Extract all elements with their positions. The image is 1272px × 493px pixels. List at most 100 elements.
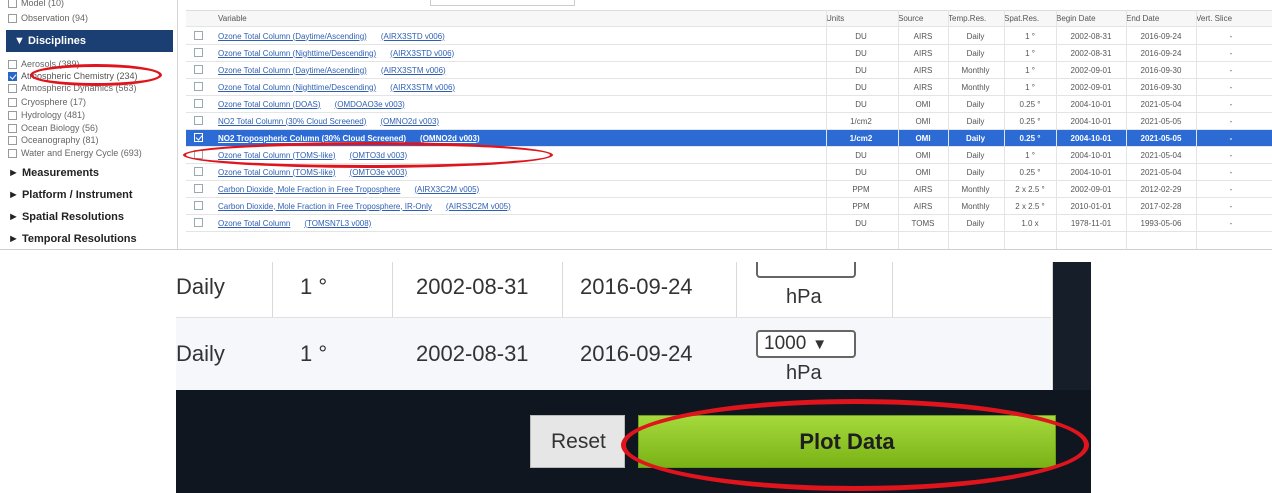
plot-data-button[interactable]: Plot Data bbox=[638, 415, 1056, 468]
product-link[interactable]: (AIRX3STM v006) bbox=[381, 66, 446, 75]
section-platform-instrument[interactable]: ► Platform / Instrument bbox=[8, 189, 133, 201]
facet-checkbox[interactable] bbox=[8, 97, 17, 107]
section-measurements[interactable]: ► Measurements bbox=[8, 167, 99, 179]
table-row[interactable]: Ozone Total Column (Nighttime/Descending… bbox=[186, 45, 1272, 62]
facet-checkbox[interactable] bbox=[8, 123, 17, 133]
facet-checkbox[interactable] bbox=[8, 13, 17, 23]
section-spatial-resolutions[interactable]: ► Spatial Resolutions bbox=[8, 211, 124, 223]
col-end-date[interactable]: End Date bbox=[1126, 14, 1196, 23]
table-row[interactable]: Ozone Total Column (Daytime/Ascending) (A… bbox=[186, 28, 1272, 45]
col-units[interactable]: Units bbox=[826, 14, 896, 23]
end-date-cell: 2012-02-29 bbox=[1140, 184, 1182, 194]
facet-item-hydrology[interactable]: Hydrology (481) bbox=[8, 109, 85, 121]
table-row[interactable]: Carbon Dioxide, Mole Fraction in Free Tr… bbox=[186, 198, 1272, 215]
variable-link[interactable]: Ozone Total Column (TOMS-like) bbox=[218, 168, 336, 177]
section-temporal-resolutions[interactable]: ► Temporal Resolutions bbox=[8, 233, 137, 245]
facet-checkbox[interactable] bbox=[8, 59, 17, 69]
row-checkbox[interactable] bbox=[194, 200, 206, 212]
product-link[interactable]: (OMTO3d v003) bbox=[350, 151, 408, 160]
product-link[interactable]: (AIRX3C2M v005) bbox=[414, 185, 479, 194]
checkbox[interactable] bbox=[194, 200, 203, 210]
col-begin-date[interactable]: Begin Date bbox=[1056, 14, 1126, 23]
product-link[interactable]: (OMDOAO3e v003) bbox=[335, 100, 405, 109]
checkbox[interactable] bbox=[194, 98, 203, 108]
row-checkbox[interactable] bbox=[194, 81, 206, 93]
facet-checkbox[interactable] bbox=[8, 135, 17, 145]
facet-item-ocean-biology[interactable]: Ocean Biology (56) bbox=[8, 122, 98, 134]
facet-checkbox[interactable] bbox=[8, 148, 17, 158]
product-link[interactable]: (TOMSN7L3 v008) bbox=[304, 219, 371, 228]
checkbox[interactable] bbox=[194, 30, 203, 40]
variable-link[interactable]: Ozone Total Column (TOMS-like) bbox=[218, 151, 336, 160]
variable-link[interactable]: Carbon Dioxide, Mole Fraction in Free Tr… bbox=[218, 185, 400, 194]
product-link[interactable]: (AIRS3C2M v005) bbox=[446, 202, 511, 211]
row-checkbox[interactable] bbox=[194, 64, 206, 76]
facet-checkbox[interactable] bbox=[8, 110, 17, 120]
col-temp-res[interactable]: Temp.Res. bbox=[948, 14, 1003, 23]
variable-link[interactable]: Carbon Dioxide, Mole Fraction in Free Tr… bbox=[218, 202, 432, 211]
row-checkbox[interactable] bbox=[194, 30, 206, 42]
facet-item-water-energy[interactable]: Water and Energy Cycle (693) bbox=[8, 147, 142, 159]
checkbox[interactable] bbox=[194, 217, 203, 227]
checkbox[interactable] bbox=[194, 183, 203, 193]
facet-item-atmospheric-dynamics[interactable]: Atmospheric Dynamics (563) bbox=[8, 82, 137, 94]
facet-item-aerosols[interactable]: Aerosols (389) bbox=[8, 58, 80, 70]
row-checkbox[interactable] bbox=[194, 132, 206, 144]
facet-item-observation[interactable]: Observation (94) bbox=[8, 12, 88, 24]
col-source[interactable]: Source bbox=[898, 14, 948, 23]
col-spat-res[interactable]: Spat.Res. bbox=[1004, 14, 1056, 23]
row-checkbox[interactable] bbox=[194, 149, 206, 161]
product-link[interactable]: (AIRX3STM v006) bbox=[390, 83, 455, 92]
facet-item-model[interactable]: Model (10) bbox=[8, 0, 64, 9]
table-row[interactable]: NO2 Total Column (30% Cloud Screened) (OM… bbox=[186, 113, 1272, 130]
col-variable[interactable]: Variable bbox=[218, 14, 826, 23]
row-checkbox[interactable] bbox=[194, 115, 206, 127]
disciplines-header[interactable]: ▼ Disciplines bbox=[6, 30, 173, 52]
col-vert-slice[interactable]: Vert. Slice bbox=[1196, 14, 1266, 23]
table-row[interactable]: Ozone Total Column (Nighttime/Descending… bbox=[186, 79, 1272, 96]
checkbox[interactable] bbox=[194, 166, 203, 176]
table-row-selected[interactable]: NO2 Tropospheric Column (30% Cloud Scree… bbox=[186, 130, 1272, 147]
product-link[interactable]: (AIRX3STD v006) bbox=[390, 49, 454, 58]
table-row[interactable]: Ozone Total Column (DOAS) (OMDOAO3e v003)… bbox=[186, 96, 1272, 113]
variable-link[interactable]: NO2 Total Column (30% Cloud Screened) bbox=[218, 117, 366, 126]
row-checkbox[interactable] bbox=[194, 217, 206, 229]
variable-link[interactable]: Ozone Total Column (Daytime/Ascending) bbox=[218, 66, 367, 75]
variable-link[interactable]: Ozone Total Column (Daytime/Ascending) bbox=[218, 32, 367, 41]
vertical-slice-select[interactable] bbox=[756, 262, 856, 278]
checkbox[interactable] bbox=[194, 115, 203, 125]
checkbox[interactable] bbox=[194, 132, 203, 142]
table-row[interactable]: Ozone Total Column (TOMSN7L3 v008) DU TOMS D… bbox=[186, 215, 1272, 232]
product-link[interactable]: (OMTO3e v003) bbox=[350, 168, 408, 177]
table-row[interactable]: Ozone Total Column (TOMS-like) (OMTO3e v0… bbox=[186, 164, 1272, 181]
vertical-slice-select[interactable]: 1000 ▼ bbox=[756, 330, 856, 358]
checkbox[interactable] bbox=[194, 149, 203, 159]
product-link[interactable]: (OMNO2d v003) bbox=[420, 134, 480, 143]
facet-checkbox-checked[interactable] bbox=[8, 71, 17, 81]
source-cell: OMI bbox=[915, 99, 931, 109]
row-checkbox[interactable] bbox=[194, 47, 206, 59]
variable-link[interactable]: Ozone Total Column (Nighttime/Descending… bbox=[218, 49, 376, 58]
facet-checkbox[interactable] bbox=[8, 83, 17, 93]
checkbox[interactable] bbox=[194, 64, 203, 74]
variable-link[interactable]: NO2 Tropospheric Column (30% Cloud Scree… bbox=[218, 134, 406, 143]
facet-item-oceanography[interactable]: Oceanography (81) bbox=[8, 134, 99, 146]
checkbox[interactable] bbox=[194, 47, 203, 57]
zoomed-plot-panel: Daily 1 ° 2002-08-31 2016-09-24 hPa Dail… bbox=[176, 262, 1091, 493]
product-link[interactable]: (OMNO2d v003) bbox=[380, 117, 439, 126]
product-link[interactable]: (AIRX3STD v006) bbox=[381, 32, 445, 41]
facet-item-cryosphere[interactable]: Cryosphere (17) bbox=[8, 96, 86, 108]
variable-link[interactable]: Ozone Total Column (Nighttime/Descending… bbox=[218, 83, 376, 92]
row-checkbox[interactable] bbox=[194, 166, 206, 178]
variable-link[interactable]: Ozone Total Column (DOAS) bbox=[218, 100, 321, 109]
table-row[interactable]: Ozone Total Column (Daytime/Ascending) (A… bbox=[186, 62, 1272, 79]
checkbox[interactable] bbox=[194, 81, 203, 91]
variable-link[interactable]: Ozone Total Column bbox=[218, 219, 290, 228]
table-row[interactable]: Ozone Total Column (TOMS-like) (OMTO3d v0… bbox=[186, 147, 1272, 164]
facet-item-atmospheric-chemistry[interactable]: Atmospheric Chemistry (234) bbox=[8, 70, 138, 82]
reset-button[interactable]: Reset bbox=[530, 415, 625, 468]
table-row[interactable]: Carbon Dioxide, Mole Fraction in Free Tr… bbox=[186, 181, 1272, 198]
row-checkbox[interactable] bbox=[194, 98, 206, 110]
facet-checkbox[interactable] bbox=[8, 0, 17, 8]
row-checkbox[interactable] bbox=[194, 183, 206, 195]
